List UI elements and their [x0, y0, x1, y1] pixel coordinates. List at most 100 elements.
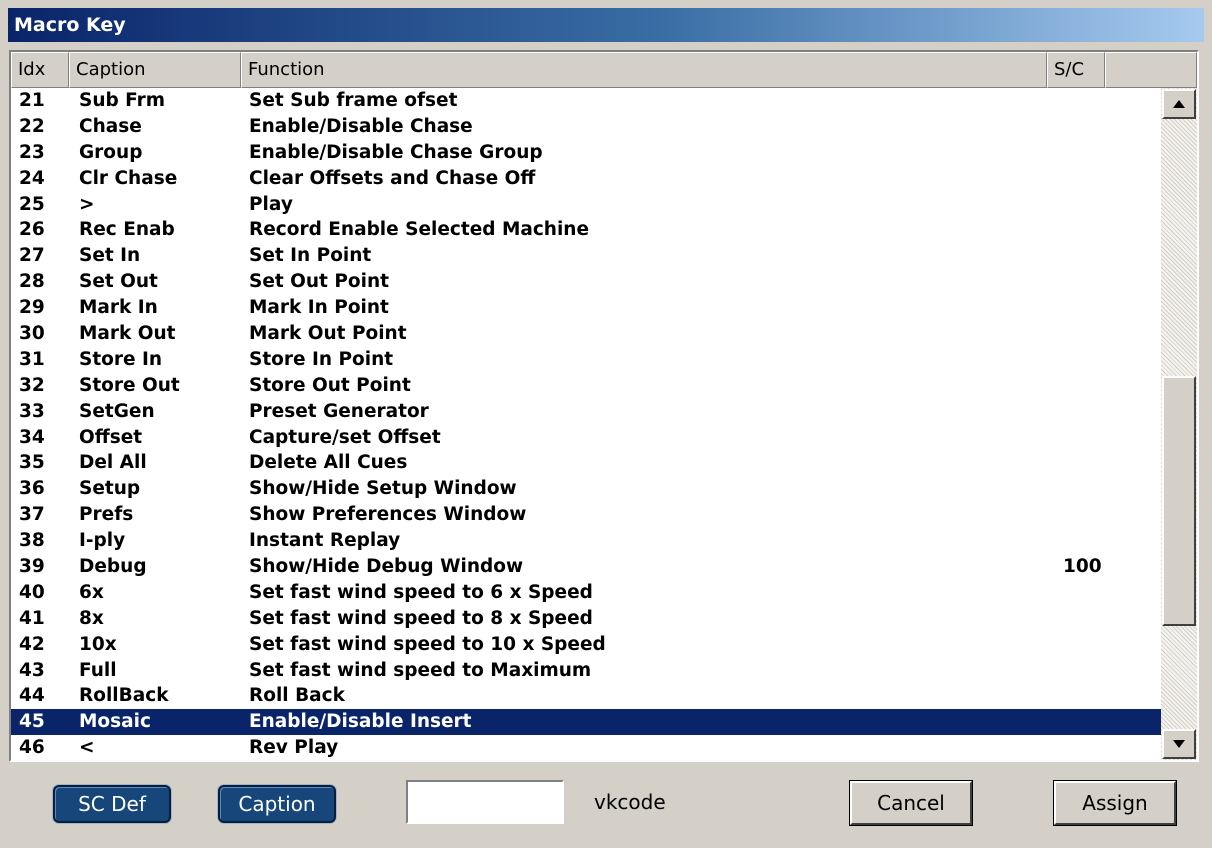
row-function: Delete All Cues: [249, 452, 408, 474]
table-row[interactable]: 33 SetGen Preset Generator: [11, 399, 1161, 425]
table-row[interactable]: 22 Chase Enable/Disable Chase: [11, 114, 1161, 140]
table-row[interactable]: 41 8x Set fast wind speed to 8 x Speed: [11, 606, 1161, 632]
row-caption: 8x: [79, 607, 104, 629]
table-row[interactable]: 35 Del All Delete All Cues: [11, 450, 1161, 476]
row-idx: 45: [19, 711, 45, 733]
table-row[interactable]: 45 Mosaic Enable/Disable Insert: [11, 709, 1161, 736]
row-idx: 31: [19, 348, 45, 370]
scroll-down-button[interactable]: [1162, 729, 1196, 759]
row-function: Preset Generator: [249, 400, 429, 422]
row-caption: Mark In: [79, 297, 158, 319]
table-row[interactable]: 40 6x Set fast wind speed to 6 x Speed: [11, 580, 1161, 606]
row-idx: 30: [19, 323, 45, 345]
vkcode-input[interactable]: [406, 780, 564, 824]
row-idx: 34: [19, 426, 45, 448]
row-function: Rev Play: [249, 737, 339, 759]
row-caption: Clr Chase: [79, 167, 178, 189]
table-row[interactable]: 34 Offset Capture/set Offset: [11, 425, 1161, 451]
row-idx: 38: [19, 530, 45, 552]
table-row[interactable]: 36 Setup Show/Hide Setup Window: [11, 476, 1161, 502]
row-idx: 23: [19, 141, 45, 163]
row-caption: Rec Enab: [79, 219, 175, 241]
row-function: Roll Back: [249, 685, 345, 707]
row-function: Set In Point: [249, 245, 372, 267]
table-row[interactable]: 24 Clr Chase Clear Offsets and Chase Off: [11, 166, 1161, 192]
table-row[interactable]: 37 Prefs Show Preferences Window: [11, 502, 1161, 528]
table-row[interactable]: 29 Mark In Mark In Point: [11, 295, 1161, 321]
row-caption: Setup: [79, 478, 141, 500]
column-header-function[interactable]: Function: [241, 52, 1047, 88]
table-row[interactable]: 32 Store Out Store Out Point: [11, 373, 1161, 399]
vkcode-label: vkcode: [594, 790, 666, 814]
assign-button[interactable]: Assign: [1053, 780, 1177, 826]
table-row[interactable]: 21 Sub Frm Set Sub frame ofset: [11, 88, 1161, 114]
row-function: Store In Point: [249, 348, 394, 370]
row-idx: 44: [19, 685, 45, 707]
table-row[interactable]: 44 RollBack Roll Back: [11, 683, 1161, 709]
row-caption: Store In: [79, 348, 163, 370]
row-function: Show/Hide Setup Window: [249, 478, 517, 500]
triangle-down-icon: [1173, 740, 1185, 748]
table-row[interactable]: 43 Full Set fast wind speed to Maximum: [11, 658, 1161, 684]
table-row[interactable]: 28 Set Out Set Out Point: [11, 269, 1161, 295]
row-function: Show Preferences Window: [249, 504, 527, 526]
row-idx: 28: [19, 271, 45, 293]
row-idx: 35: [19, 452, 45, 474]
column-header-sc[interactable]: S/C: [1047, 52, 1105, 88]
scroll-up-button[interactable]: [1162, 89, 1196, 119]
row-function: Capture/set Offset: [249, 426, 441, 448]
table-row[interactable]: 46 < Rev Play: [11, 735, 1161, 760]
row-caption: Del All: [79, 452, 147, 474]
row-idx: 26: [19, 219, 45, 241]
row-function: Mark In Point: [249, 297, 389, 319]
row-function: Mark Out Point: [249, 323, 407, 345]
row-function: Store Out Point: [249, 374, 411, 396]
row-caption: I-ply: [79, 530, 126, 552]
row-idx: 42: [19, 633, 45, 655]
table-row[interactable]: 23 Group Enable/Disable Chase Group: [11, 140, 1161, 166]
row-idx: 21: [19, 90, 45, 111]
row-caption: <: [79, 737, 95, 759]
table-row[interactable]: 39 Debug Show/Hide Debug Window 100: [11, 554, 1161, 580]
row-function: Enable/Disable Chase Group: [249, 141, 543, 163]
column-header-caption[interactable]: Caption: [69, 52, 241, 88]
row-caption: >: [79, 193, 95, 215]
cancel-button[interactable]: Cancel: [849, 780, 973, 826]
row-idx: 32: [19, 374, 45, 396]
row-function: Set fast wind speed to 8 x Speed: [249, 607, 593, 629]
row-idx: 22: [19, 115, 45, 137]
sc-def-button[interactable]: SC Def: [53, 785, 171, 823]
row-function: Clear Offsets and Chase Off: [249, 167, 536, 189]
row-idx: 41: [19, 607, 45, 629]
row-shortcut: 100: [1063, 556, 1102, 578]
row-idx: 25: [19, 193, 45, 215]
row-idx: 39: [19, 556, 45, 578]
table-row[interactable]: 27 Set In Set In Point: [11, 243, 1161, 269]
vertical-scrollbar[interactable]: [1161, 88, 1197, 760]
row-function: Set fast wind speed to Maximum: [249, 659, 592, 681]
row-caption: Group: [79, 141, 143, 163]
table-row[interactable]: 42 10x Set fast wind speed to 10 x Speed: [11, 632, 1161, 658]
table-row[interactable]: 25 > Play: [11, 192, 1161, 218]
row-function: Enable/Disable Chase: [249, 115, 473, 137]
table-row[interactable]: 38 I-ply Instant Replay: [11, 528, 1161, 554]
row-idx: 27: [19, 245, 45, 267]
macro-list-view[interactable]: Idx Caption Function S/C 21 Sub Frm Set Su…: [9, 50, 1199, 762]
row-function: Enable/Disable Insert: [249, 711, 472, 733]
row-idx: 40: [19, 581, 45, 603]
list-rows: 21 Sub Frm Set Sub frame ofset 22 Chase Enabl…: [11, 88, 1161, 760]
row-caption: Store Out: [79, 374, 180, 396]
scrollbar-thumb[interactable]: [1162, 376, 1196, 626]
table-row[interactable]: 26 Rec Enab Record Enable Selected Machine: [11, 217, 1161, 243]
row-function: Set Out Point: [249, 271, 389, 293]
row-caption: 10x: [79, 633, 117, 655]
caption-button[interactable]: Caption: [218, 785, 336, 823]
title-bar[interactable]: Macro Key: [8, 8, 1204, 42]
table-row[interactable]: 31 Store In Store In Point: [11, 347, 1161, 373]
row-caption: Prefs: [79, 504, 134, 526]
row-idx: 37: [19, 504, 45, 526]
row-idx: 24: [19, 167, 45, 189]
column-header-idx[interactable]: Idx: [11, 52, 69, 88]
table-row[interactable]: 30 Mark Out Mark Out Point: [11, 321, 1161, 347]
row-caption: 6x: [79, 581, 104, 603]
